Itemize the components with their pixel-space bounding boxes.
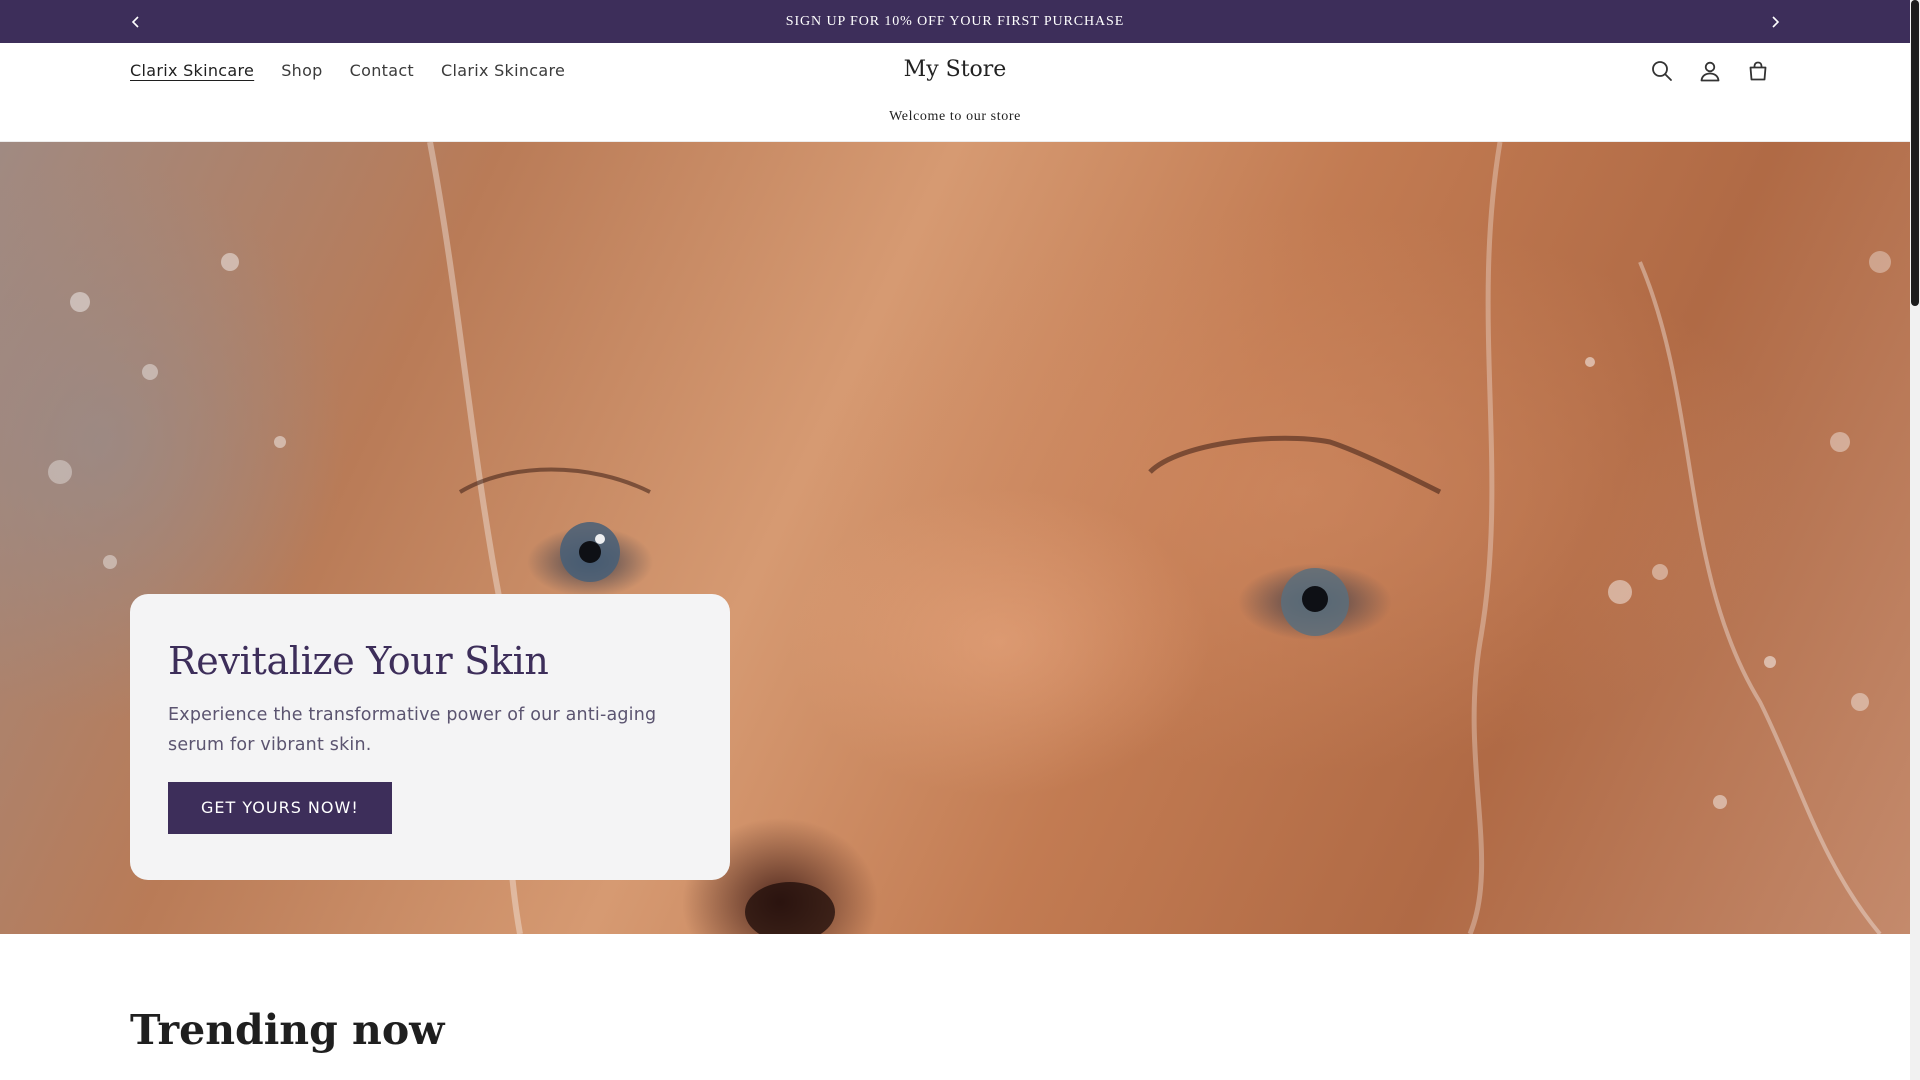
search-icon	[1652, 61, 1672, 81]
cart-icon	[1749, 61, 1767, 81]
header-icons	[1648, 57, 1772, 85]
announcement-next-button[interactable]	[1764, 11, 1786, 33]
account-icon	[1700, 61, 1720, 82]
store-tagline: Welcome to our store	[889, 109, 1021, 124]
site-header: Clarix Skincare Shop Contact Clarix Skin…	[0, 43, 1910, 142]
nav-link-clarix-skincare-2[interactable]: Clarix Skincare	[441, 58, 565, 84]
account-button[interactable]	[1696, 57, 1724, 85]
hero-card: Revitalize Your Skin Experience the tran…	[130, 594, 730, 880]
search-button[interactable]	[1648, 57, 1676, 85]
chevron-left-icon	[131, 16, 139, 28]
announcement-bar: SIGN UP FOR 10% OFF YOUR FIRST PURCHASE	[0, 0, 1910, 43]
get-yours-now-button[interactable]: GET YOURS NOW!	[168, 782, 392, 834]
hero-banner: Revitalize Your Skin Experience the tran…	[0, 142, 1910, 934]
cart-button[interactable]	[1744, 57, 1772, 85]
announcement-text[interactable]: SIGN UP FOR 10% OFF YOUR FIRST PURCHASE	[786, 14, 1124, 30]
chevron-right-icon	[1772, 16, 1780, 28]
announcement-prev-button[interactable]	[125, 11, 147, 33]
main-nav: Clarix Skincare Shop Contact Clarix Skin…	[130, 58, 565, 84]
nav-link-shop[interactable]: Shop	[281, 58, 322, 84]
trending-heading: Trending now	[130, 1006, 445, 1054]
page-scrollbar-thumb[interactable]	[1911, 0, 1919, 306]
store-title[interactable]: My Store	[855, 55, 1055, 85]
nav-link-clarix-skincare[interactable]: Clarix Skincare	[130, 58, 254, 84]
hero-heading: Revitalize Your Skin	[168, 639, 549, 683]
nav-link-contact[interactable]: Contact	[350, 58, 414, 84]
hero-subheading: Experience the transformative power of o…	[168, 705, 657, 755]
